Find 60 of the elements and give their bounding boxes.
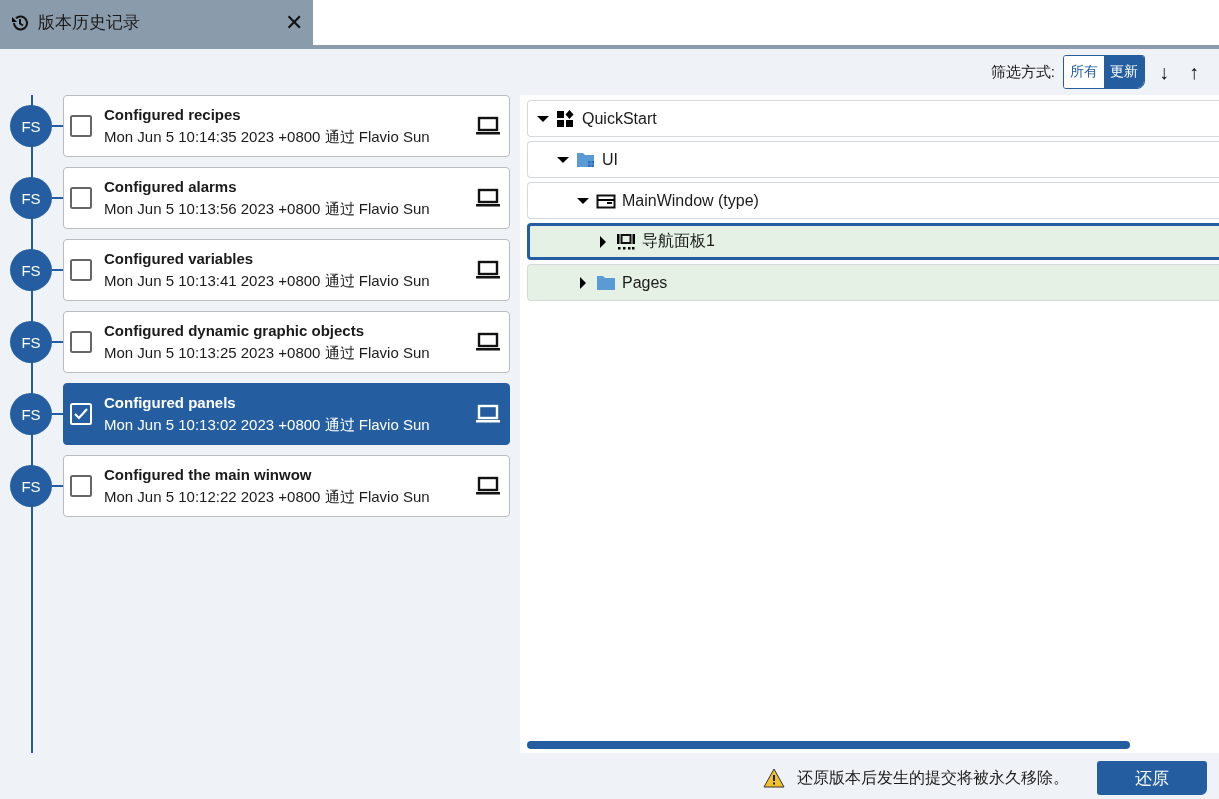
laptop-icon xyxy=(475,188,501,208)
node-label: UI xyxy=(602,150,618,169)
restore-button[interactable]: 还原 xyxy=(1097,761,1207,795)
checkbox[interactable] xyxy=(70,331,92,353)
history-icon xyxy=(10,12,30,33)
grid-icon xyxy=(556,108,576,129)
avatar: FS xyxy=(10,321,52,363)
checkbox[interactable] xyxy=(70,187,92,209)
filter-option[interactable]: 所有 xyxy=(1064,56,1104,88)
tab-title: 版本历史记录 xyxy=(38,12,141,34)
laptop-icon xyxy=(475,404,501,424)
avatar: FS xyxy=(10,105,52,147)
avatar: FS xyxy=(10,177,52,219)
commit-meta: Mon Jun 5 10:13:41 2023 +0800 通过 Flavio Sun xyxy=(104,271,431,291)
commit-card[interactable]: Configured panels Mon Jun 5 10:13:02 2023 +0800 通过 Flavio Sun xyxy=(63,383,510,445)
history-tab[interactable]: 版本历史记录 ✕ xyxy=(0,0,313,45)
node-label: 导航面板1 xyxy=(642,231,715,251)
commit-title: Configured variables xyxy=(104,249,255,267)
commit-title: Configured the main winwow xyxy=(104,465,313,483)
checkbox[interactable] xyxy=(70,115,92,137)
warning-text: 还原版本后发生的提交将被永久移除。 xyxy=(797,767,1069,788)
commit-title: Configured alarms xyxy=(104,177,238,195)
tree-node[interactable]: QuickStart xyxy=(527,100,1219,137)
commit-title: Configured panels xyxy=(104,393,237,411)
checkbox[interactable] xyxy=(70,259,92,281)
commit-meta: Mon Jun 5 10:13:02 2023 +0800 通过 Flavio Sun xyxy=(104,415,431,435)
laptop-icon xyxy=(475,332,501,352)
sort-descending-button[interactable]: ↓ xyxy=(1153,60,1175,84)
tree-node[interactable]: MainWindow (type) xyxy=(527,182,1219,219)
filter-option[interactable]: 更新 xyxy=(1104,56,1144,88)
panel-icon xyxy=(616,231,636,252)
close-button[interactable]: ✕ xyxy=(285,9,303,36)
node-label: MainWindow (type) xyxy=(622,191,759,210)
commit-meta: Mon Jun 5 10:14:35 2023 +0800 通过 Flavio Sun xyxy=(104,127,431,147)
laptop-icon xyxy=(475,476,501,496)
tree-node[interactable]: Pages xyxy=(527,264,1219,301)
scrollbar[interactable] xyxy=(527,741,1130,749)
laptop-icon xyxy=(475,260,501,280)
filter-label: 筛选方式: xyxy=(990,62,1055,82)
commit-card[interactable]: Configured alarms Mon Jun 5 10:13:56 2023 +0800 通过 Flavio Sun xyxy=(63,167,510,229)
commit-title: Configured dynamic graphic objects xyxy=(104,321,366,339)
commit-meta: Mon Jun 5 10:13:56 2023 +0800 通过 Flavio Sun xyxy=(104,199,431,219)
node-label: QuickStart xyxy=(582,109,657,128)
commit-card[interactable]: Configured dynamic graphic objects Mon Jun 5 10:13:25 2023 +0800 通过 Flavio Sun xyxy=(63,311,510,373)
commit-card[interactable]: Configured recipes Mon Jun 5 10:14:35 2023 +0800 通过 Flavio Sun xyxy=(63,95,510,157)
commit-title: Configured recipes xyxy=(104,105,242,123)
avatar: FS xyxy=(10,249,52,291)
tree-node[interactable]: 导航面板1 xyxy=(527,223,1219,260)
warning-icon xyxy=(763,768,785,788)
laptop-icon xyxy=(475,116,501,136)
commit-card[interactable]: Configured the main winwow Mon Jun 5 10:12:22 2023 +0800 通过 Flavio Sun xyxy=(63,455,510,517)
sort-ascending-button[interactable]: ↑ xyxy=(1183,60,1205,84)
commit-meta: Mon Jun 5 10:12:22 2023 +0800 通过 Flavio Sun xyxy=(104,487,431,507)
commit-meta: Mon Jun 5 10:13:25 2023 +0800 通过 Flavio Sun xyxy=(104,343,431,363)
avatar: FS xyxy=(10,465,52,507)
commit-card[interactable]: Configured variables Mon Jun 5 10:13:41 2023 +0800 通过 Flavio Sun xyxy=(63,239,510,301)
checkbox[interactable] xyxy=(70,475,92,497)
node-label: Pages xyxy=(622,273,668,292)
avatar: FS xyxy=(10,393,52,435)
tree-node[interactable]: UI xyxy=(527,141,1219,178)
